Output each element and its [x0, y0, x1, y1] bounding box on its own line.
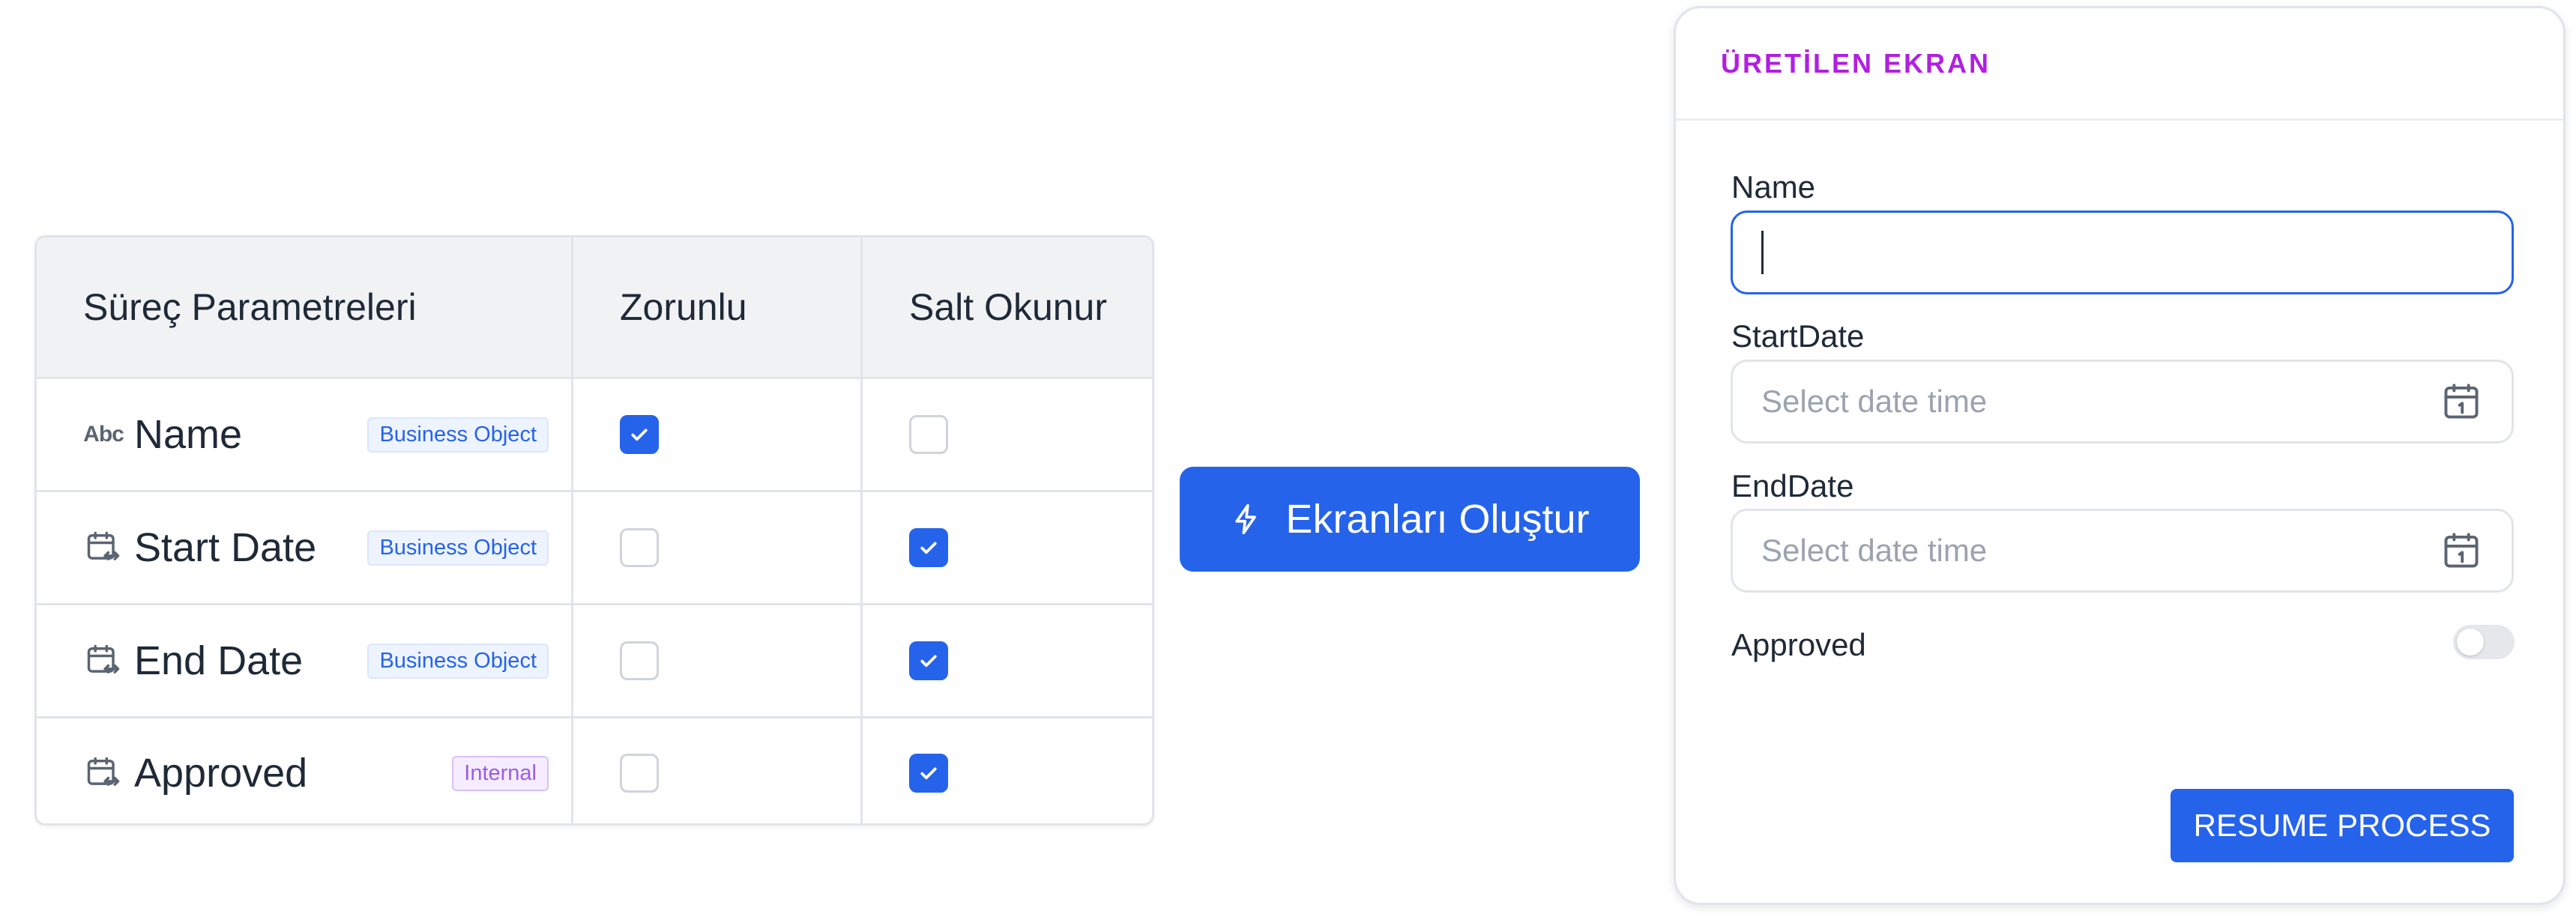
- readonly-cell: [860, 379, 1152, 490]
- required-cell: [571, 379, 860, 490]
- table-header: Süreç Parametreleri Zorunlu Salt Okunur: [37, 237, 1152, 377]
- tag-business-object: Business Object: [367, 417, 549, 453]
- calendar-range-icon: [83, 753, 124, 793]
- param-cell: Abc Name Business Object: [37, 379, 571, 490]
- generate-screens-label: Ekranları Oluştur: [1285, 497, 1590, 542]
- text-abc-icon-glyph: Abc: [83, 422, 124, 447]
- table-row: Abc Name Business Object: [37, 377, 1152, 490]
- resume-process-label: RESUME PROCESS: [2193, 808, 2491, 843]
- required-cell: [571, 718, 860, 823]
- header-required-label: Zorunlu: [620, 286, 747, 328]
- param-cell: End Date Business Object: [37, 605, 571, 716]
- checkmark-icon: [920, 767, 937, 780]
- table-row: Approved Internal: [37, 716, 1152, 823]
- enddate-placeholder: Select date time: [1761, 533, 1988, 568]
- startdate-placeholder: Select date time: [1761, 384, 1988, 419]
- lightning-bolt-icon: [1230, 500, 1263, 539]
- calendar-range-icon: [83, 641, 124, 681]
- enddate-field-label: EndDate: [1731, 468, 1854, 503]
- enddate-input[interactable]: Select date time: [1731, 509, 2514, 593]
- toggle-knob: [2457, 629, 2484, 656]
- required-checkbox[interactable]: [620, 641, 659, 680]
- param-name: End Date: [134, 638, 304, 683]
- readonly-cell: [860, 492, 1152, 603]
- header-readonly: Salt Okunur: [860, 237, 1152, 377]
- approved-label: Approved: [1731, 627, 1866, 662]
- checkmark-icon: [631, 429, 648, 441]
- required-cell: [571, 492, 860, 603]
- startdate-field-label: StartDate: [1731, 318, 1865, 354]
- required-cell: [571, 605, 860, 716]
- header-parameters-label: Süreç Parametreleri: [83, 286, 417, 328]
- tag-business-object: Business Object: [367, 643, 549, 679]
- required-checkbox[interactable]: [620, 415, 659, 454]
- header-readonly-label: Salt Okunur: [909, 286, 1108, 328]
- header-parameters: Süreç Parametreleri: [37, 237, 571, 377]
- name-field-label: Name: [1731, 169, 1816, 205]
- name-input[interactable]: [1731, 211, 2514, 294]
- resume-process-button[interactable]: RESUME PROCESS: [2171, 789, 2514, 862]
- param-name: Approved: [134, 751, 308, 796]
- panel-header: ÜRETİLEN EKRAN: [1676, 8, 2563, 121]
- readonly-cell: [860, 605, 1152, 716]
- startdate-input[interactable]: Select date time: [1731, 360, 2514, 444]
- text-caret: [1761, 231, 1764, 274]
- approved-toggle[interactable]: [2453, 625, 2515, 659]
- required-checkbox[interactable]: [620, 754, 659, 793]
- table-row: Start Date Business Object: [37, 490, 1152, 603]
- readonly-cell: [860, 718, 1152, 823]
- param-cell: Approved Internal: [37, 718, 571, 823]
- generated-screen-panel: ÜRETİLEN EKRAN Name StartDate Select dat…: [1674, 6, 2566, 905]
- readonly-checkbox[interactable]: [909, 528, 948, 567]
- generate-screens-button[interactable]: Ekranları Oluştur: [1180, 467, 1640, 572]
- param-name: Start Date: [134, 525, 317, 570]
- param-cell: Start Date Business Object: [37, 492, 571, 603]
- required-checkbox[interactable]: [620, 528, 659, 567]
- parameters-table: Süreç Parametreleri Zorunlu Salt Okunur …: [34, 235, 1154, 826]
- checkmark-icon: [920, 542, 937, 554]
- param-name: Name: [134, 412, 243, 457]
- readonly-checkbox[interactable]: [909, 754, 948, 793]
- tag-internal: Internal: [452, 755, 549, 791]
- header-required: Zorunlu: [571, 237, 860, 377]
- readonly-checkbox[interactable]: [909, 641, 948, 680]
- text-abc-icon: Abc: [83, 414, 124, 455]
- table-row: End Date Business Object: [37, 603, 1152, 716]
- tag-business-object: Business Object: [367, 530, 549, 566]
- readonly-checkbox[interactable]: [909, 415, 948, 454]
- checkmark-icon: [920, 655, 937, 668]
- calendar-icon[interactable]: [2440, 380, 2483, 431]
- calendar-range-icon: [83, 527, 124, 568]
- calendar-icon[interactable]: [2440, 529, 2483, 580]
- panel-title: ÜRETİLEN EKRAN: [1721, 47, 1991, 79]
